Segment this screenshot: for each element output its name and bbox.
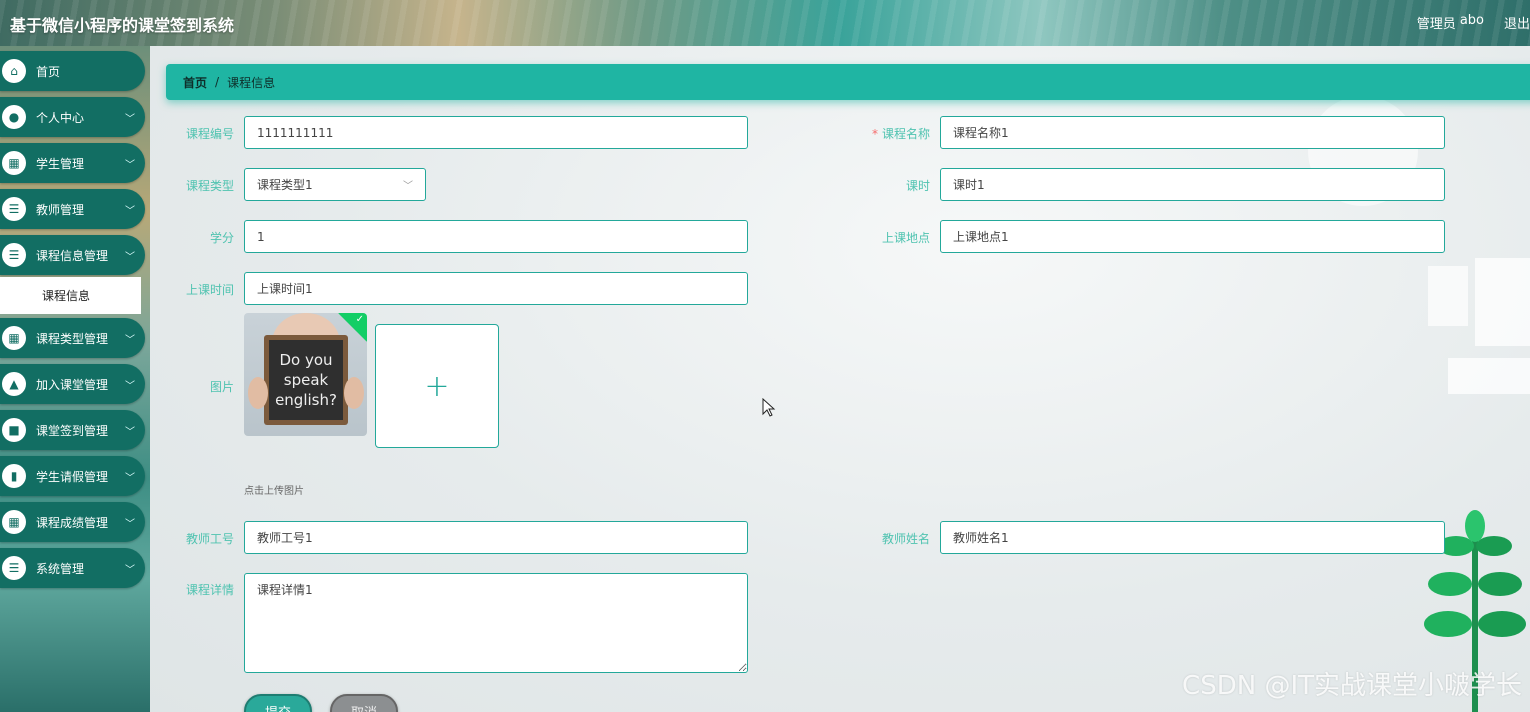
- sidebar-item-label: 课程信息管理: [36, 248, 109, 263]
- detail-label: 课程详情: [185, 583, 234, 597]
- user-name: abo: [1459, 13, 1484, 28]
- chevron-down-icon: ﹀: [125, 426, 135, 438]
- window-decoration: [1448, 358, 1530, 394]
- required-mark: *: [871, 127, 878, 141]
- course-no-input[interactable]: [244, 116, 748, 149]
- sidebar-item-grades[interactable]: ▦ 课程成绩管理 ﹀: [0, 502, 145, 542]
- thumb-line-1: Do you: [279, 351, 332, 369]
- chevron-down-icon: ﹀: [125, 159, 135, 171]
- sidebar: ⌂ 首页 ● 个人中心 ﹀ ▦ 学生管理 ﹀ ☰ 教师管理 ﹀ ☰ 课程信息管理…: [0, 46, 150, 712]
- thumb-line-3: english?: [275, 391, 337, 409]
- sidebar-item-students[interactable]: ▦ 学生管理 ﹀: [0, 143, 145, 183]
- sidebar-item-label: 课堂签到管理: [36, 423, 109, 438]
- teacher-name-input[interactable]: [940, 521, 1445, 554]
- upload-add-button[interactable]: +: [375, 324, 499, 448]
- course-type-label: 课程类型: [185, 179, 234, 193]
- location-input[interactable]: [940, 220, 1445, 253]
- app-title: 基于微信小程序的课堂签到系统: [10, 16, 235, 35]
- sidebar-item-teachers[interactable]: ☰ 教师管理 ﹀: [0, 189, 145, 229]
- teacher-no-input[interactable]: [244, 521, 748, 554]
- window-decoration: [1475, 258, 1530, 346]
- sidebar-item-profile[interactable]: ● 个人中心 ﹀: [0, 97, 145, 137]
- thumb-line-2: speak: [284, 371, 329, 389]
- credit-label: 学分: [209, 231, 234, 245]
- course-type-value: 课程类型1: [257, 178, 313, 192]
- chevron-down-icon: ﹀: [125, 113, 135, 125]
- list-icon: ☰: [2, 243, 26, 267]
- course-name-input[interactable]: [940, 116, 1445, 149]
- list-icon: ☰: [2, 556, 26, 580]
- sidebar-item-course-info[interactable]: ☰ 课程信息管理 ﹀: [0, 235, 145, 275]
- sidebar-item-label: 教师管理: [36, 202, 85, 217]
- grid-icon: ▦: [2, 151, 26, 175]
- grid-icon: ▦: [2, 326, 26, 350]
- submit-button[interactable]: 提交: [244, 694, 312, 712]
- teacher-no-label: 教师工号: [185, 532, 234, 546]
- location-label: 上课地点: [881, 231, 930, 245]
- plus-icon: +: [424, 368, 450, 404]
- monitor-icon: ■: [2, 418, 26, 442]
- sidebar-item-leave[interactable]: ▮ 学生请假管理 ﹀: [0, 456, 145, 496]
- main-content: 首页 / 课程信息 课程编号 *课程名称 课程类型 课程类型1 ﹀ 课时 学分 …: [150, 46, 1530, 712]
- chart-icon: ▲: [2, 372, 26, 396]
- window-decoration: [1428, 266, 1468, 326]
- sidebar-item-label: 课程类型管理: [36, 331, 109, 346]
- course-name-label: * 课程名称: [846, 125, 930, 142]
- cancel-button[interactable]: 取消: [330, 694, 398, 712]
- sidebar-item-join-class[interactable]: ▲ 加入课堂管理 ﹀: [0, 364, 145, 404]
- course-no-label: 课程编号: [185, 127, 234, 141]
- sidebar-item-system[interactable]: ☰ 系统管理 ﹀: [0, 548, 145, 588]
- user-role: 管理员: [1416, 17, 1456, 32]
- chalkboard-image: Do you speak english?: [248, 313, 364, 425]
- course-type-select[interactable]: 课程类型1 ﹀: [244, 168, 426, 201]
- chevron-down-icon: ﹀: [125, 564, 135, 576]
- hours-input[interactable]: [940, 168, 1445, 201]
- uploaded-image-thumbnail[interactable]: Do you speak english? ✓: [244, 313, 367, 436]
- sidebar-item-label: 系统管理: [36, 561, 85, 576]
- hours-label: 课时: [905, 179, 930, 193]
- course-name-label-text: 课程名称: [881, 127, 930, 141]
- check-icon: ✓: [355, 314, 364, 325]
- teacher-name-label: 教师姓名: [881, 532, 930, 546]
- user-icon: ●: [2, 105, 26, 129]
- sidebar-item-label: 学生请假管理: [36, 469, 109, 484]
- top-header: 基于微信小程序的课堂签到系统 管理员 abo 退出: [0, 0, 1530, 46]
- grid-icon: ▦: [2, 510, 26, 534]
- sidebar-item-checkin[interactable]: ■ 课堂签到管理 ﹀: [0, 410, 145, 450]
- image-label: 图片: [209, 380, 234, 394]
- chevron-down-icon: ﹀: [125, 380, 135, 392]
- list-icon: ☰: [2, 197, 26, 221]
- chevron-down-icon: ﹀: [403, 181, 413, 192]
- chevron-down-icon: ﹀: [125, 472, 135, 484]
- sidebar-item-home[interactable]: ⌂ 首页: [0, 51, 145, 91]
- class-time-label: 上课时间: [185, 283, 234, 297]
- sidebar-item-label: 加入课堂管理: [36, 377, 109, 392]
- home-icon: ⌂: [2, 59, 26, 83]
- submenu-item-course-info[interactable]: 课程信息: [0, 277, 141, 314]
- breadcrumb-home[interactable]: 首页: [183, 74, 207, 91]
- book-icon: ▮: [2, 464, 26, 488]
- user-info: 管理员 abo: [1417, 13, 1484, 32]
- chevron-down-icon: ﹀: [125, 251, 135, 263]
- header-right: 管理员 abo 退出: [1417, 13, 1530, 32]
- chevron-down-icon: ﹀: [125, 205, 135, 217]
- class-time-input[interactable]: [244, 272, 748, 305]
- breadcrumb: 首页 / 课程信息: [166, 64, 1530, 100]
- breadcrumb-current: 课程信息: [227, 75, 276, 90]
- upload-tip: 点击上传图片: [244, 486, 304, 497]
- chevron-down-icon: ﹀: [125, 518, 135, 530]
- sidebar-item-label: 个人中心: [36, 110, 85, 125]
- logout-link[interactable]: 退出: [1504, 13, 1530, 32]
- mouse-cursor-icon: [762, 398, 776, 417]
- detail-textarea[interactable]: 课程详情1: [244, 573, 748, 673]
- sidebar-item-label: 学生管理: [36, 156, 85, 171]
- breadcrumb-separator: /: [215, 75, 220, 89]
- watermark: CSDN @IT实战课堂小啵学长: [1182, 671, 1522, 701]
- sidebar-item-label: 首页: [36, 64, 61, 79]
- chevron-down-icon: ﹀: [125, 334, 135, 346]
- sidebar-item-course-type[interactable]: ▦ 课程类型管理 ﹀: [0, 318, 145, 358]
- sidebar-item-label: 课程成绩管理: [36, 515, 109, 530]
- credit-input[interactable]: [244, 220, 748, 253]
